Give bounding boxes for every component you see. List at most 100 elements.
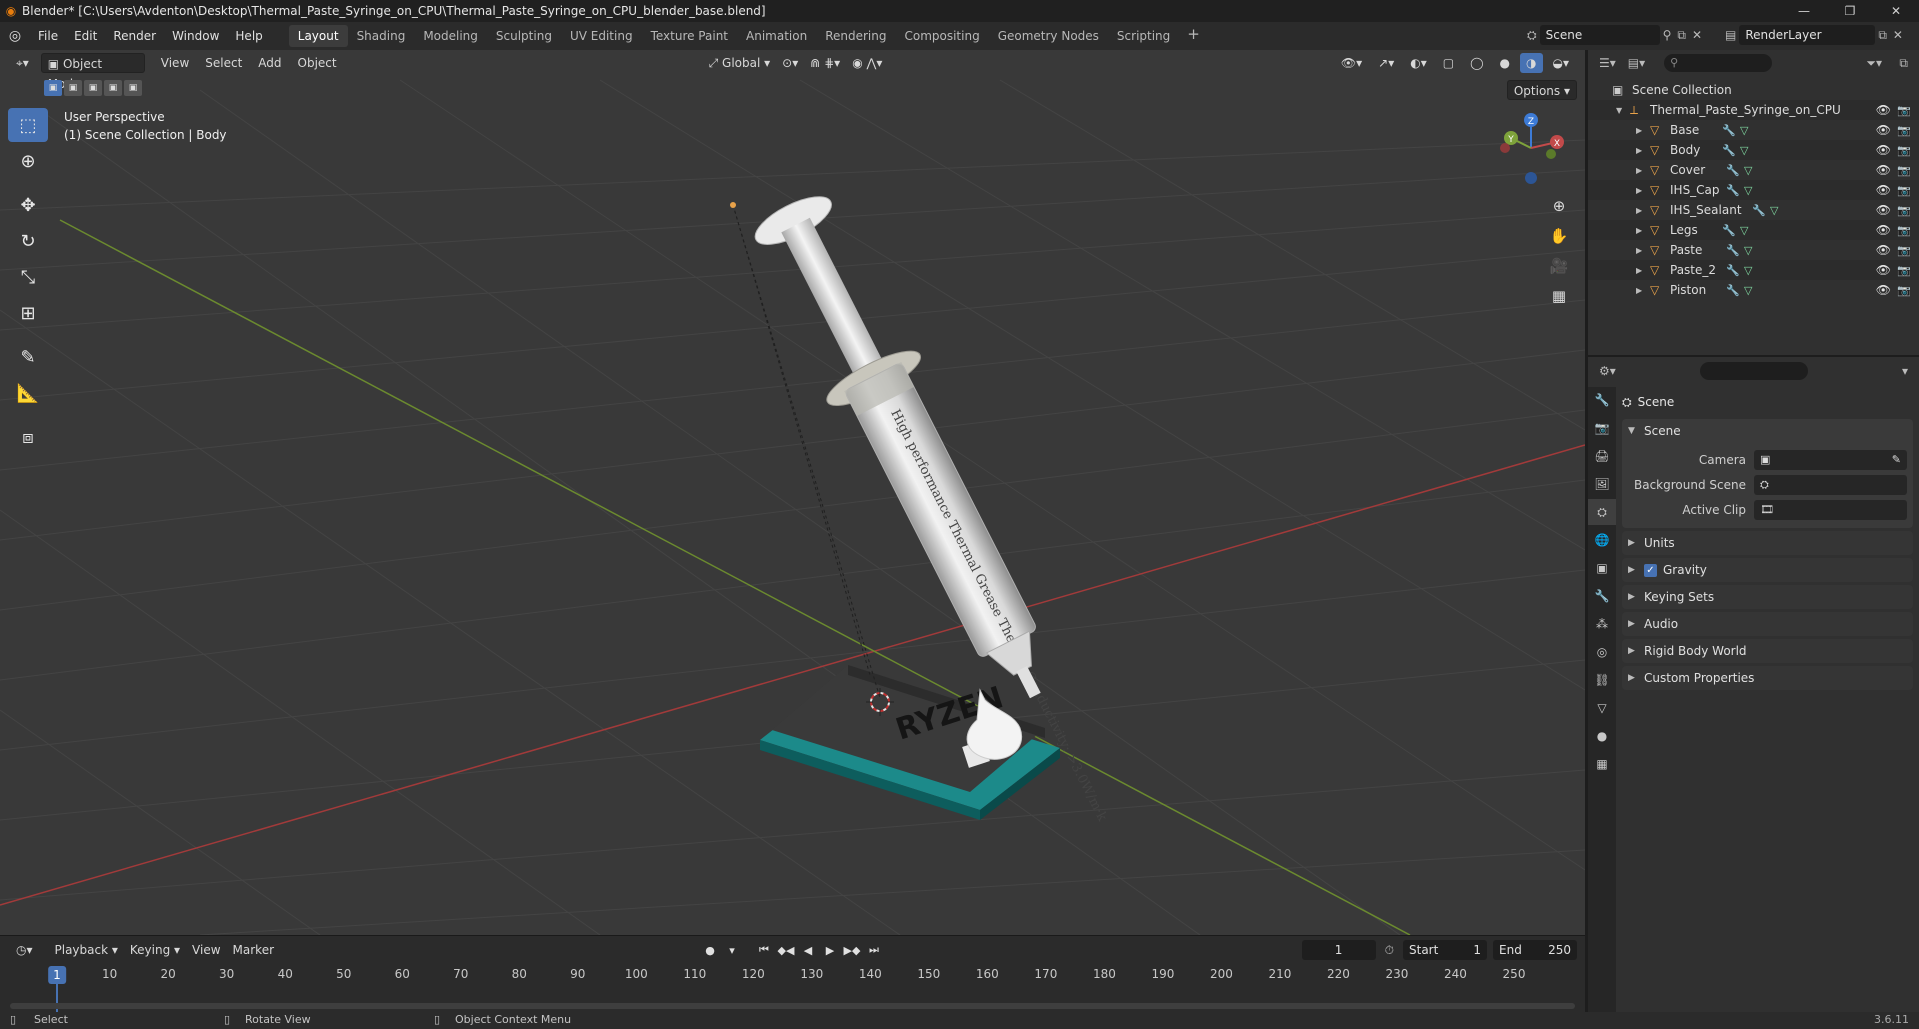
scene-name-field[interactable]: Scene: [1539, 25, 1660, 45]
object-tab-icon[interactable]: ▣: [1588, 555, 1616, 581]
proportional-edit-icon[interactable]: ◉ ⋀▾: [846, 53, 888, 73]
modifier-icon[interactable]: 🔧: [1722, 124, 1736, 137]
visibility-eye-icon[interactable]: 👁: [1876, 143, 1891, 157]
outliner-item-label[interactable]: Scene Collection: [1632, 83, 1732, 97]
background-scene-field[interactable]: ⛭: [1754, 474, 1907, 495]
menu-view[interactable]: View: [155, 53, 195, 73]
expand-arrow-icon[interactable]: ▶: [1636, 186, 1642, 195]
outliner-item-label[interactable]: IHS_Cap: [1670, 183, 1720, 197]
outliner-item-paste[interactable]: ▶ ▽ Paste 🔧 ▽ 👁 📷: [1588, 240, 1919, 260]
select-new-icon[interactable]: ▣: [44, 80, 62, 96]
texture-tab-icon[interactable]: ▦: [1588, 751, 1616, 777]
panel-units[interactable]: ▶ Units: [1622, 531, 1913, 555]
scene-tab-icon[interactable]: ⛭: [1588, 499, 1616, 525]
mesh-data-icon[interactable]: ▽: [1744, 244, 1752, 257]
outliner-item-label[interactable]: Legs: [1670, 223, 1698, 237]
maximize-button[interactable]: ❐: [1827, 0, 1873, 22]
panel-custom-properties[interactable]: ▶ Custom Properties: [1622, 666, 1913, 690]
world-tab-icon[interactable]: 🌐: [1588, 527, 1616, 553]
render-camera-icon[interactable]: 📷: [1897, 264, 1911, 277]
pan-hand-icon[interactable]: ✋: [1545, 222, 1573, 250]
auto-key-icon[interactable]: ●: [700, 940, 720, 960]
select-subtract-icon[interactable]: ▣: [84, 80, 102, 96]
timeline-ruler[interactable]: 10 20 30 40 50 60 70 80 90 100 110 120 130 140 150 160 1…: [0, 964, 1585, 986]
outliner-item-base[interactable]: ▶ ▽ Base 🔧 ▽ 👁 📷: [1588, 120, 1919, 140]
tab-layout[interactable]: Layout: [288, 25, 348, 47]
add-workspace-button[interactable]: +: [1179, 25, 1208, 47]
mesh-data-icon[interactable]: ▽: [1744, 284, 1752, 297]
expand-arrow-icon[interactable]: ▶: [1636, 266, 1642, 275]
pin-icon[interactable]: ⚲: [1660, 28, 1675, 42]
wireframe-shading-icon[interactable]: ◯: [1464, 53, 1489, 73]
render-camera-icon[interactable]: 📷: [1897, 144, 1911, 157]
filter-icon[interactable]: ⏷▾: [1863, 56, 1885, 71]
visibility-icon[interactable]: 👁▾: [1335, 53, 1368, 73]
view-layer-tab-icon[interactable]: 🖼: [1588, 471, 1616, 497]
visibility-eye-icon[interactable]: 👁: [1876, 223, 1891, 237]
expand-arrow-icon[interactable]: ▶: [1636, 226, 1642, 235]
mesh-data-icon[interactable]: ▽: [1770, 204, 1778, 217]
outliner-item-label[interactable]: Piston: [1670, 283, 1706, 297]
visibility-eye-icon[interactable]: 👁: [1876, 183, 1891, 197]
start-frame-field[interactable]: Start 1: [1403, 940, 1487, 960]
current-frame-indicator[interactable]: 1: [48, 966, 66, 984]
expand-arrow-icon[interactable]: ▼: [1616, 106, 1622, 115]
delete-scene-icon[interactable]: ✕: [1689, 28, 1705, 42]
3d-viewport[interactable]: RYZEN High performance Thermal Grease Th…: [0, 50, 1585, 935]
camera-field[interactable]: ▣ ✎: [1754, 449, 1907, 470]
outliner-item-label[interactable]: Cover: [1670, 163, 1705, 177]
visibility-eye-icon[interactable]: 👁: [1876, 203, 1891, 217]
editor-type-icon[interactable]: ⌖▾: [10, 53, 35, 73]
render-camera-icon[interactable]: 📷: [1897, 204, 1911, 217]
cursor-tool-icon[interactable]: ⊕: [8, 144, 48, 178]
play-icon[interactable]: ▶: [820, 940, 840, 960]
outliner-scene-collection[interactable]: ▣ Scene Collection: [1588, 80, 1919, 100]
panel-audio[interactable]: ▶ Audio: [1622, 612, 1913, 636]
physics-tab-icon[interactable]: ◎: [1588, 639, 1616, 665]
constraints-tab-icon[interactable]: ⛓: [1588, 667, 1616, 693]
expand-arrow-icon[interactable]: ▶: [1636, 166, 1642, 175]
orthographic-toggle-icon[interactable]: ▦: [1545, 282, 1573, 310]
mesh-data-icon[interactable]: ▽: [1740, 224, 1748, 237]
modifier-icon[interactable]: 🔧: [1722, 224, 1736, 237]
mesh-data-icon[interactable]: ▽: [1740, 124, 1748, 137]
material-preview-shading-icon[interactable]: ◑: [1520, 53, 1543, 73]
timeline-editor[interactable]: ◷▾ Playback ▾ Keying ▾ View Marker ● ▾ ⏮…: [0, 935, 1585, 1013]
render-tab-icon[interactable]: 📷: [1588, 415, 1616, 441]
annotate-tool-icon[interactable]: ✎: [8, 340, 48, 374]
play-reverse-icon[interactable]: ◀: [798, 940, 818, 960]
menu-window[interactable]: Window: [164, 25, 227, 47]
menu-help[interactable]: Help: [227, 25, 270, 47]
transform-tool-icon[interactable]: ⊞: [8, 296, 48, 330]
panel-gravity[interactable]: ▶ ✓ Gravity: [1622, 558, 1913, 582]
tab-shading[interactable]: Shading: [348, 25, 415, 47]
outliner-item-label[interactable]: Paste: [1670, 243, 1702, 257]
pivot-point-icon[interactable]: ⊙▾: [776, 53, 804, 73]
menu-file[interactable]: File: [30, 25, 66, 47]
menu-keying[interactable]: Keying ▾: [124, 940, 186, 960]
keyframe-options-icon[interactable]: ▾: [722, 940, 742, 960]
mesh-data-icon[interactable]: ▽: [1744, 164, 1752, 177]
outliner-item-label[interactable]: Thermal_Paste_Syringe_on_CPU: [1650, 103, 1841, 117]
properties-editor[interactable]: ⚙▾ ▾ 🔧 📷 🖨 🖼 ⛭ 🌐 ▣ 🔧 ⁂ ◎ ⛓ ▽ ● ▦ ⛭ Scene…: [1588, 357, 1919, 1012]
render-camera-icon[interactable]: 📷: [1897, 184, 1911, 197]
scene-panel-header[interactable]: ▼ Scene: [1622, 419, 1913, 443]
outliner-item-label[interactable]: Base: [1670, 123, 1699, 137]
render-camera-icon[interactable]: 📷: [1897, 104, 1911, 117]
modifier-icon[interactable]: 🔧: [1726, 164, 1740, 177]
snap-icon[interactable]: ⋒ ⋕▾: [804, 53, 846, 73]
expand-arrow-icon[interactable]: ▶: [1636, 246, 1642, 255]
end-frame-field[interactable]: End 250: [1493, 940, 1577, 960]
render-camera-icon[interactable]: 📷: [1897, 124, 1911, 137]
expand-arrow-icon[interactable]: ▶: [1636, 146, 1642, 155]
render-camera-icon[interactable]: 📷: [1897, 244, 1911, 257]
properties-search-input[interactable]: [1700, 362, 1808, 380]
tab-modeling[interactable]: Modeling: [414, 25, 487, 47]
outliner-item-label[interactable]: IHS_Sealant: [1670, 203, 1742, 217]
navigation-gizmo[interactable]: Z X Y: [1491, 108, 1571, 188]
menu-render[interactable]: Render: [105, 25, 164, 47]
scene-selector[interactable]: ⛭ Scene ⚲ ⧉ ✕: [1524, 25, 1710, 45]
visibility-eye-icon[interactable]: 👁: [1876, 283, 1891, 297]
menu-add[interactable]: Add: [252, 53, 287, 73]
outliner-item-label[interactable]: Body: [1670, 143, 1700, 157]
